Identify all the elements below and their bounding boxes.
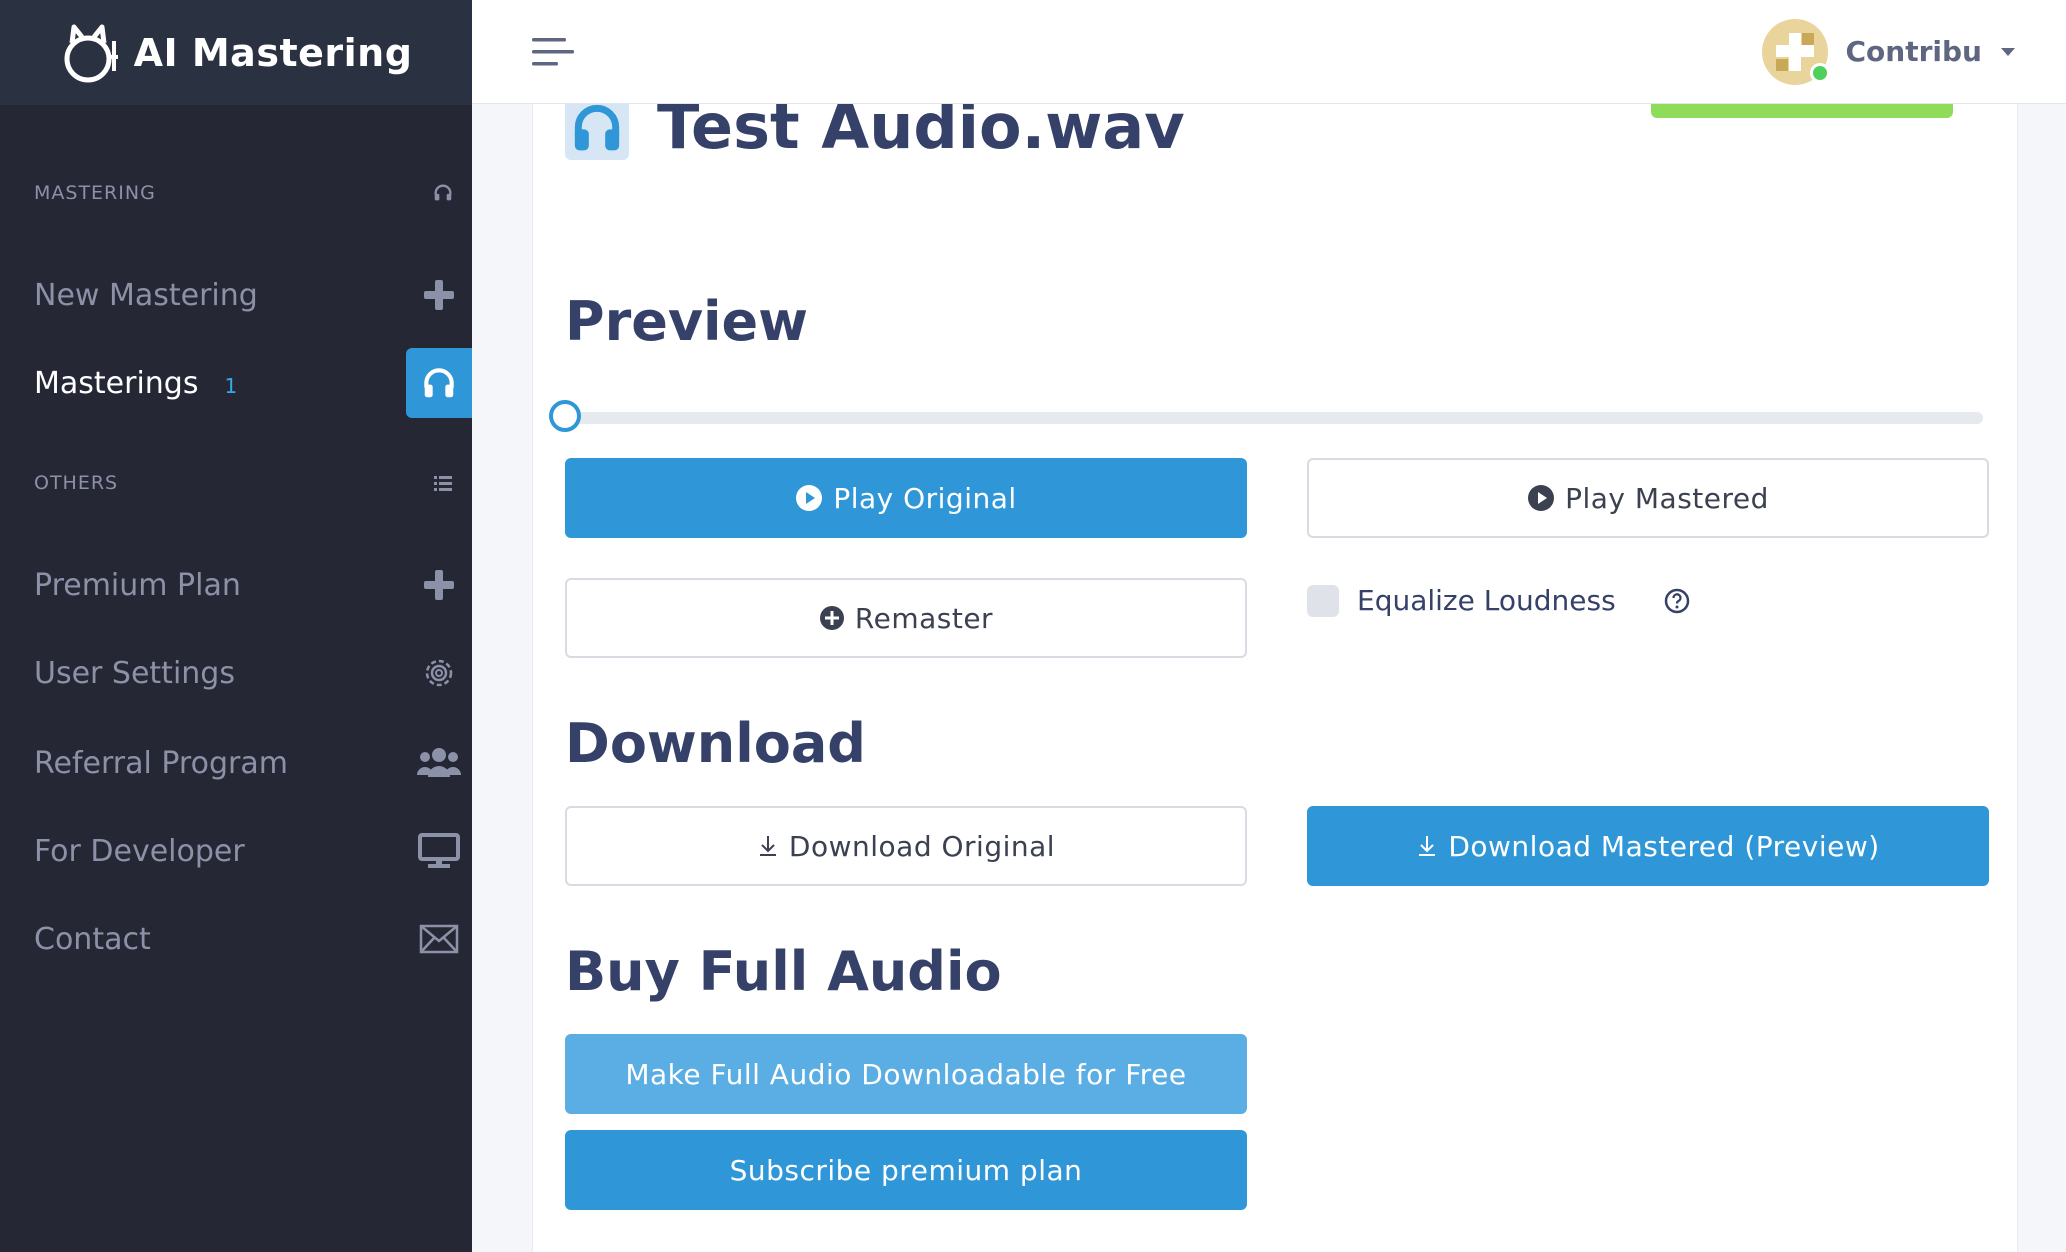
section-others: OTHERS (34, 472, 454, 494)
question-circle-icon[interactable] (1664, 588, 1690, 614)
brand[interactable]: AI Mastering (0, 0, 472, 105)
sidebar-item-text: Masterings 1 (34, 366, 237, 401)
button-label: Play Mastered (1565, 481, 1769, 515)
play-circle-icon (796, 485, 823, 511)
free-download-button[interactable]: Make Full Audio Downloadable for Free (565, 1034, 1247, 1114)
brand-name: AI Mastering (133, 30, 413, 75)
sidebar-item-contact[interactable]: Contact (34, 904, 472, 974)
subscribe-premium-button[interactable]: Subscribe premium plan (565, 1130, 1247, 1210)
plus-icon (406, 550, 472, 620)
section-mastering: MASTERING (34, 182, 454, 204)
sidebar-item-masterings[interactable]: Masterings 1 (34, 348, 472, 418)
cat-logo-icon (64, 24, 118, 82)
mastering-detail-card: Test Audio.wav Preview Play Original Pla… (532, 90, 2018, 1252)
slider-handle[interactable] (549, 400, 581, 432)
sidebar-item-referral-program[interactable]: Referral Program (34, 728, 472, 798)
section-label: MASTERING (34, 182, 156, 204)
user-name: Contribu (1845, 35, 1983, 68)
plus-circle-icon (819, 606, 844, 630)
equalize-loudness-option: Equalize Loudness (1307, 584, 1690, 617)
plus-icon (406, 260, 472, 330)
top-bar: Contribu (472, 0, 2066, 104)
button-label: Download Mastered (Preview) (1448, 829, 1880, 863)
menu-toggle-icon[interactable] (532, 36, 576, 68)
button-label: Play Original (833, 481, 1017, 515)
count-badge: 1 (224, 373, 238, 398)
sidebar-item-label: Referral Program (34, 745, 288, 781)
avatar (1761, 18, 1830, 85)
headphones-icon (406, 348, 472, 418)
download-original-button[interactable]: Download Original (565, 806, 1247, 886)
download-icon (759, 836, 776, 856)
download-heading: Download (565, 712, 866, 775)
sidebar-item-new-mastering[interactable]: New Mastering (34, 260, 472, 330)
preview-heading: Preview (565, 290, 809, 353)
download-mastered-button[interactable]: Download Mastered (Preview) (1307, 806, 1989, 886)
sidebar-item-label: User Settings (34, 655, 235, 691)
button-label: Remaster (854, 601, 994, 635)
sidebar-item-label: Premium Plan (34, 567, 241, 603)
download-icon (1419, 836, 1436, 856)
button-label: Make Full Audio Downloadable for Free (625, 1057, 1187, 1091)
sidebar: AI Mastering MASTERING New Mastering Mas… (0, 0, 472, 1252)
users-icon (406, 728, 472, 798)
caret-down-icon (2001, 47, 2015, 56)
online-status-dot (1809, 62, 1830, 83)
remaster-button[interactable]: Remaster (565, 578, 1247, 658)
sidebar-item-user-settings[interactable]: User Settings (34, 638, 472, 708)
buy-full-audio-heading: Buy Full Audio (565, 940, 1002, 1003)
sidebar-item-label: Contact (34, 921, 151, 957)
sidebar-item-label: For Developer (34, 833, 245, 869)
play-original-button[interactable]: Play Original (565, 458, 1247, 538)
sidebar-item-for-developer[interactable]: For Developer (34, 816, 472, 886)
equalize-loudness-checkbox[interactable] (1307, 584, 1339, 617)
preview-progress-slider[interactable] (549, 400, 1983, 432)
gear-icon (406, 638, 472, 708)
checkbox-label: Equalize Loudness (1357, 584, 1616, 617)
button-label: Download Original (788, 829, 1056, 863)
button-label: Subscribe premium plan (729, 1153, 1083, 1187)
sidebar-item-label: New Mastering (34, 277, 258, 313)
monitor-icon (406, 816, 472, 886)
section-label: OTHERS (34, 472, 119, 494)
envelope-icon (406, 904, 472, 974)
play-mastered-button[interactable]: Play Mastered (1307, 458, 1989, 538)
headphones-icon (434, 184, 452, 201)
list-icon (434, 476, 452, 491)
user-menu[interactable]: Contribu (1761, 18, 2017, 85)
sidebar-item-label: Masterings (34, 365, 199, 401)
sidebar-item-premium-plan[interactable]: Premium Plan (34, 550, 472, 620)
play-circle-icon (1528, 485, 1555, 511)
